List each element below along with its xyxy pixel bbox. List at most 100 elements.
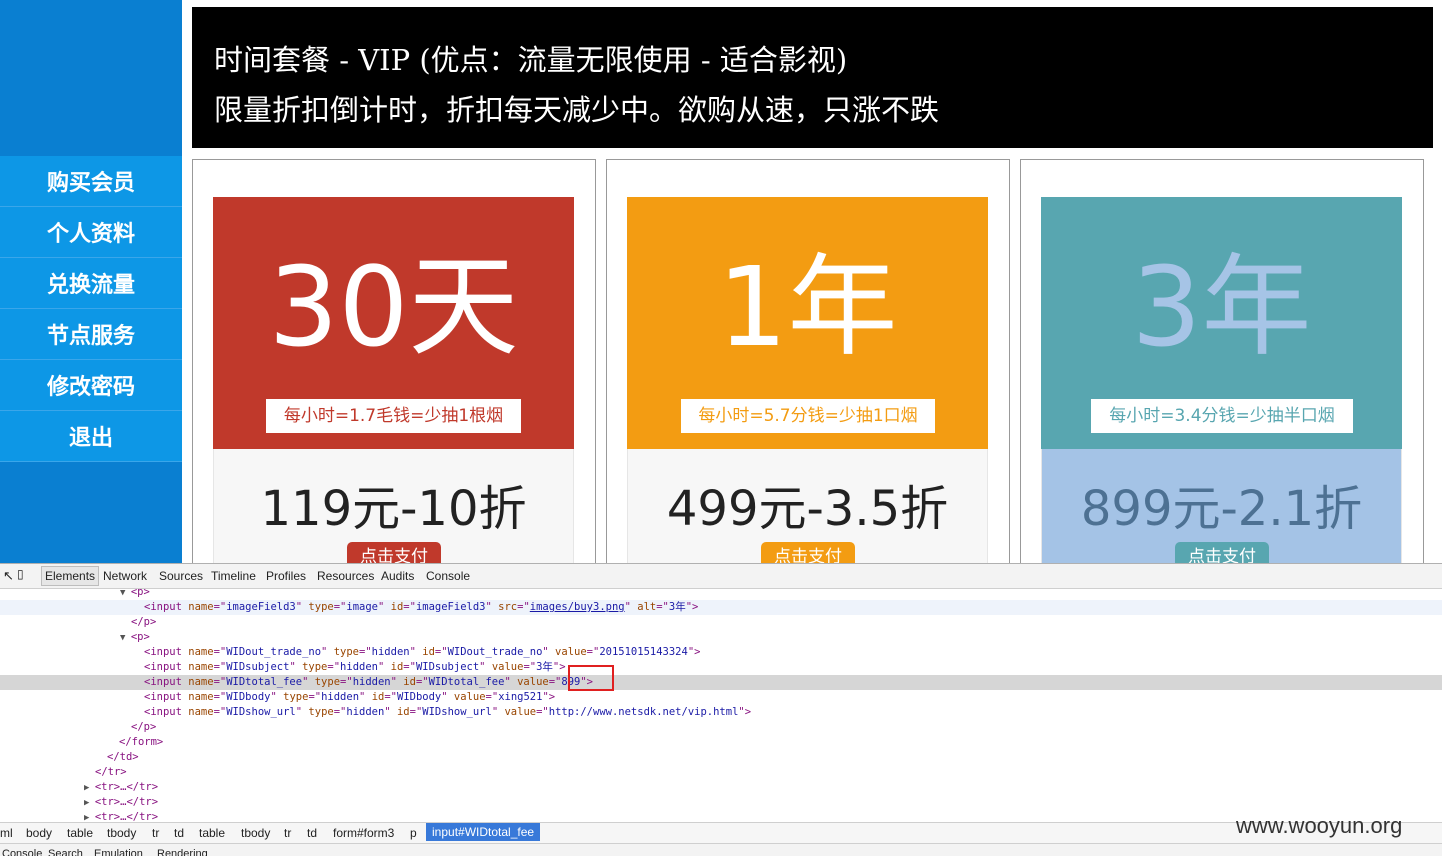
pay-button[interactable]: 点击支付: [761, 542, 855, 564]
sidebar-item-change-password[interactable]: 修改密码: [0, 360, 182, 411]
dom-tree-node[interactable]: </tr>: [0, 765, 1442, 780]
sidebar-item-buy-vip[interactable]: 购买会员: [0, 156, 182, 207]
collapsed-caret-icon[interactable]: ▶: [84, 813, 95, 821]
plan-price: 899元-2.1折: [1080, 481, 1363, 537]
code-token: =": [656, 601, 669, 613]
expanded-caret-icon[interactable]: ▼: [120, 633, 131, 643]
tab-sources[interactable]: Sources: [159, 569, 203, 583]
dom-tree-node[interactable]: ▶ <tr>…</tr>: [0, 780, 1442, 795]
code-token: id: [403, 676, 416, 688]
breadcrumb-item[interactable]: tbody: [107, 826, 136, 840]
code-token: 3年: [668, 601, 686, 613]
dom-tree-node[interactable]: <input name="WIDsubject" type="hidden" i…: [0, 660, 1442, 675]
tab-network[interactable]: Network: [103, 569, 147, 583]
dom-breadcrumbs: ml body table tbody tr td table tbody tr td form#f…: [0, 822, 1442, 843]
expanded-caret-icon[interactable]: ▼: [120, 589, 131, 598]
devtools-panel: ↖ ▯ Elements Network Sources Timeline Pr…: [0, 563, 1442, 856]
device-mode-icon[interactable]: ▯: [17, 567, 24, 581]
code-token: ": [270, 691, 284, 703]
plan-card-footer: 119元-10折 点击支付: [213, 449, 574, 564]
collapsed-caret-icon[interactable]: ▶: [84, 798, 95, 808]
tab-console[interactable]: Console: [426, 569, 470, 583]
code-token: =": [213, 706, 227, 718]
breadcrumb-item[interactable]: tr: [152, 826, 159, 840]
tab-elements[interactable]: Elements: [41, 566, 100, 586]
code-token: <input: [144, 691, 189, 703]
breadcrumb-item[interactable]: td: [174, 826, 184, 840]
plan-card-header: 3年 每小时=3.4分钱=少抽半口烟: [1041, 197, 1402, 449]
dom-tree-node[interactable]: <input name="WIDout_trade_no" type="hidd…: [0, 645, 1442, 660]
code-token: ": [289, 661, 303, 673]
dom-tree-node[interactable]: ▼ <p>: [0, 630, 1442, 645]
code-token: ": [295, 706, 309, 718]
sidebar-item-redeem-traffic[interactable]: 兑换流量: [0, 258, 182, 309]
code-token: =": [359, 646, 372, 658]
breadcrumb-item[interactable]: form#form3: [333, 826, 394, 840]
breadcrumb-item[interactable]: ml: [0, 826, 13, 840]
dom-tree-node[interactable]: </p>: [0, 615, 1442, 630]
code-token: ": [390, 676, 404, 688]
code-token: value: [504, 706, 537, 718]
resource-link[interactable]: images/buy3.png: [530, 601, 625, 613]
dom-tree-node[interactable]: <input name="WIDbody" type="hidden" id="…: [0, 690, 1442, 705]
code-token: ">: [687, 646, 701, 658]
plan-card-3-years: 3年 每小时=3.4分钱=少抽半口烟 899元-2.1折 点击支付: [1020, 159, 1424, 564]
dom-tree-node[interactable]: </form>: [0, 735, 1442, 750]
code-token: WIDtotal_fee: [226, 676, 303, 688]
tab-resources[interactable]: Resources: [317, 569, 374, 583]
devtools-tabbar: ↖ ▯ Elements Network Sources Timeline Pr…: [0, 563, 1442, 589]
pay-button[interactable]: 点击支付: [347, 542, 441, 564]
sidebar-item-node-service[interactable]: 节点服务: [0, 309, 182, 360]
breadcrumb-item[interactable]: table: [67, 826, 93, 840]
pay-button[interactable]: 点击支付: [1175, 542, 1269, 564]
dom-tree-node[interactable]: </td>: [0, 750, 1442, 765]
dom-tree-node[interactable]: ▼ <p>: [0, 589, 1442, 600]
dom-tree-node[interactable]: <input name="imageField3" type="image" i…: [0, 600, 1442, 615]
breadcrumb-item[interactable]: input#WIDtotal_fee: [426, 823, 541, 841]
code-token: <input: [144, 706, 189, 718]
breadcrumb-item[interactable]: tbody: [241, 826, 270, 840]
breadcrumb-item[interactable]: tr: [284, 826, 291, 840]
plan-card-header: 1年 每小时=5.7分钱=少抽1口烟: [627, 197, 988, 449]
tab-audits[interactable]: Audits: [381, 569, 414, 583]
dom-tree: ▼ <p> <input name="imageField3" type="ima…: [0, 589, 1442, 821]
breadcrumb-item[interactable]: table: [199, 826, 225, 840]
code-token: type: [308, 706, 334, 718]
dom-tree-node[interactable]: ▶ <tr>…</tr>: [0, 795, 1442, 810]
plan-note: 每小时=5.7分钱=少抽1口烟: [681, 399, 935, 433]
code-token: =": [213, 691, 227, 703]
plan-note: 每小时=3.4分钱=少抽半口烟: [1091, 399, 1353, 433]
code-token: =": [409, 706, 423, 718]
plan-card-30-days: 30天 每小时=1.7毛钱=少抽1根烟 119元-10折 点击支付: [192, 159, 596, 564]
tab-timeline[interactable]: Timeline: [211, 569, 256, 583]
code-token: </td>: [107, 751, 139, 763]
code-token: =": [308, 691, 322, 703]
dom-tree-node[interactable]: </p>: [0, 720, 1442, 735]
dom-tree-node[interactable]: <input name="WIDtotal_fee" type="hidden"…: [0, 675, 1442, 690]
code-token: name: [188, 676, 214, 688]
collapsed-caret-icon[interactable]: ▶: [84, 783, 95, 793]
code-token: =": [403, 661, 416, 673]
plan-duration: 30天: [268, 243, 519, 371]
breadcrumb-item[interactable]: td: [307, 826, 317, 840]
dom-tree-node[interactable]: <input name="WIDshow_url" type="hidden" …: [0, 705, 1442, 720]
code-token: ">: [542, 691, 556, 703]
code-token: ": [491, 706, 505, 718]
code-token: =": [327, 661, 341, 673]
tab-profiles[interactable]: Profiles: [266, 569, 306, 583]
code-token: WIDbody: [226, 691, 271, 703]
code-token: ": [542, 646, 556, 658]
breadcrumb-item[interactable]: p: [410, 826, 417, 840]
inspect-element-icon[interactable]: ↖: [3, 568, 14, 584]
highlight-box: [568, 665, 614, 691]
dom-tree-node[interactable]: ▶ <tr>…</tr>: [0, 810, 1442, 821]
breadcrumb-item[interactable]: body: [26, 826, 52, 840]
sidebar-item-profile[interactable]: 个人资料: [0, 207, 182, 258]
code-token: WIDout_trade_no: [447, 646, 543, 658]
code-token: ">: [685, 601, 699, 613]
code-token: =": [333, 706, 347, 718]
sidebar-item-logout[interactable]: 退出: [0, 411, 182, 462]
code-token: 3年: [536, 661, 553, 673]
code-token: name: [188, 661, 214, 673]
code-token: <input: [144, 646, 189, 658]
